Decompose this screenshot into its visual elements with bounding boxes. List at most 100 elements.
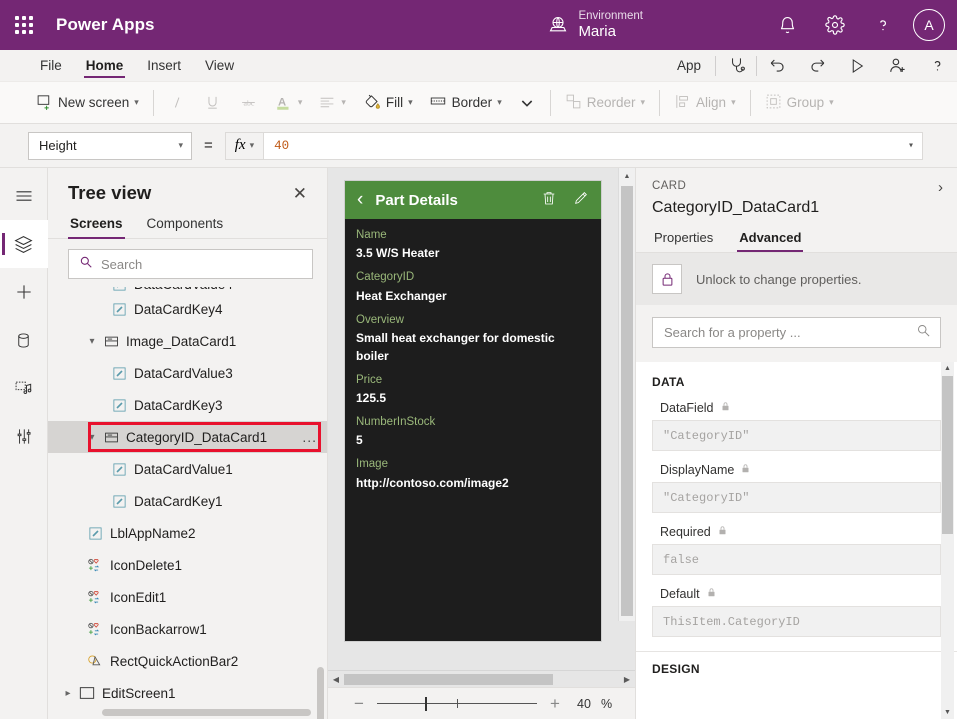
tree-node-iconedit1[interactable]: IconEdit1 (48, 581, 327, 613)
font-color-icon[interactable]: A ▾ (267, 88, 311, 118)
tree-node-lblappname2[interactable]: LblAppName2 (48, 517, 327, 549)
share-person-icon[interactable] (877, 50, 917, 82)
property-search-input[interactable]: Search for a property ... (652, 317, 941, 348)
scrollbar-thumb[interactable] (942, 376, 953, 534)
formula-input[interactable]: 40 ▾ (263, 132, 923, 160)
avatar[interactable]: A (913, 9, 945, 41)
app-checker-icon[interactable] (716, 50, 756, 82)
close-icon[interactable]: ✕ (289, 183, 311, 204)
chevron-right-icon[interactable]: › (938, 180, 943, 195)
play-preview-icon[interactable] (837, 50, 877, 82)
undo-icon[interactable] (757, 50, 797, 82)
zoom-slider-handle[interactable] (425, 697, 428, 711)
scroll-up-arrow-icon[interactable]: ▲ (619, 168, 635, 184)
underline-icon[interactable] (195, 88, 230, 118)
property-selector[interactable]: Height ▾ (28, 132, 192, 160)
question-icon[interactable] (859, 0, 907, 50)
new-screen-button[interactable]: New screen ▾ (28, 88, 147, 118)
environment-selector[interactable]: Environment Maria (548, 10, 643, 40)
unlock-banner[interactable]: Unlock to change properties. (636, 252, 957, 305)
ribbon-more-button[interactable] (510, 88, 544, 118)
advanced-tools-icon[interactable] (0, 412, 48, 460)
italic-icon[interactable] (160, 88, 195, 118)
screen-header-bar: ‹ Part Details (345, 181, 601, 219)
tree-node-datacardkey4[interactable]: DataCardKey4 (48, 293, 327, 325)
fill-button[interactable]: Fill ▾ (354, 88, 421, 118)
tab-advanced[interactable]: Advanced (737, 227, 803, 252)
bell-icon[interactable] (763, 0, 811, 50)
chevron-right-icon[interactable]: ▸ (60, 688, 76, 699)
strikethrough-icon[interactable]: abc (230, 88, 267, 118)
menu-item-file[interactable]: File (28, 50, 74, 81)
scrollbar-track[interactable] (344, 674, 619, 685)
reorder-button[interactable]: Reorder ▾ (557, 88, 653, 118)
canvas-horizontal-scrollbar[interactable]: ◀ ▶ (328, 670, 635, 687)
menu-item-home[interactable]: Home (74, 50, 136, 81)
tab-screens[interactable]: Screens (68, 212, 125, 238)
zoom-in-button[interactable]: + (547, 695, 563, 712)
tab-components[interactable]: Components (145, 212, 226, 238)
tree-node-categoryid-datacard1[interactable]: ▾ CategoryID_DataCard1 ... (48, 421, 327, 453)
new-screen-icon (36, 93, 53, 113)
scroll-left-arrow-icon[interactable]: ◀ (328, 675, 344, 684)
trash-icon[interactable] (541, 190, 557, 211)
tree-vertical-scrollbar[interactable] (317, 667, 324, 719)
tree-node-editscreen1[interactable]: ▸ EditScreen1 (48, 677, 327, 709)
canvas-vertical-scrollbar[interactable]: ▲ (618, 168, 635, 621)
scroll-up-arrow-icon[interactable]: ▲ (941, 362, 954, 375)
chevron-down-icon[interactable]: ▾ (84, 432, 100, 443)
property-value-input[interactable]: false (652, 544, 941, 575)
app-menu-label[interactable]: App (663, 58, 715, 73)
tree-node-icondelete1[interactable]: IconDelete1 (48, 549, 327, 581)
align-left-icon[interactable]: ▾ (310, 88, 354, 118)
fx-button[interactable]: fx ▾ (225, 132, 263, 160)
search-input[interactable]: Search (68, 249, 313, 279)
zoom-slider[interactable] (377, 697, 537, 711)
control-type-label: CARD (652, 180, 686, 192)
app-screen-preview[interactable]: ‹ Part Details (345, 181, 601, 641)
tree-node-image-datacard1[interactable]: ▾ Image_DataCard1 (48, 325, 327, 357)
insert-plus-icon[interactable] (0, 268, 48, 316)
scrollbar-thumb[interactable] (344, 674, 553, 685)
app-brand-title[interactable]: Power Apps (56, 15, 155, 35)
waffle-grid-icon[interactable] (0, 16, 48, 34)
field-value: Heat Exchanger (356, 287, 590, 305)
property-value-input[interactable]: "CategoryID" (652, 420, 941, 451)
scroll-right-arrow-icon[interactable]: ▶ (619, 675, 635, 684)
menu-item-insert[interactable]: Insert (135, 50, 193, 81)
tree-node-datacardkey3[interactable]: DataCardKey3 (48, 389, 327, 421)
property-value-input[interactable]: "CategoryID" (652, 482, 941, 513)
scrollbar-thumb[interactable] (621, 186, 633, 616)
menu-item-view[interactable]: View (193, 50, 246, 81)
tree-node-datacardkey1[interactable]: DataCardKey1 (48, 485, 327, 517)
tree-node-context-menu-icon[interactable]: ... (302, 429, 317, 445)
border-button[interactable]: Border ▾ (421, 88, 510, 118)
back-chevron-icon[interactable]: ‹ (357, 189, 363, 211)
tree-node-list[interactable]: DataCardValue4 DataCardKey4 ▾ Image_Data (48, 287, 327, 719)
canvas-surface[interactable]: ‹ Part Details (328, 168, 635, 670)
group-button[interactable]: Group ▾ (757, 88, 842, 118)
pencil-icon[interactable] (573, 190, 589, 211)
lock-icon[interactable] (652, 264, 682, 294)
tree-node-datacardvalue3[interactable]: DataCardValue3 (48, 357, 327, 389)
chevron-down-icon[interactable]: ▾ (908, 140, 914, 152)
tree-node-rectquickactionbar2[interactable]: RectQuickActionBar2 (48, 645, 327, 677)
data-cylinder-icon[interactable] (0, 316, 48, 364)
gear-icon[interactable] (811, 0, 859, 50)
property-value-input[interactable]: ThisItem.CategoryID (652, 606, 941, 637)
media-icon[interactable] (0, 364, 48, 412)
hamburger-menu-icon[interactable] (0, 172, 48, 220)
properties-vertical-scrollbar[interactable]: ▲ ▼ (941, 362, 954, 719)
tree-node-iconbackarrow1[interactable]: IconBackarrow1 (48, 613, 327, 645)
redo-icon[interactable] (797, 50, 837, 82)
properties-scroll-region[interactable]: DATA DataField "CategoryID" DisplayName (636, 362, 957, 719)
zoom-out-button[interactable]: − (351, 695, 367, 712)
tree-view-layers-icon[interactable] (0, 220, 48, 268)
tree-horizontal-scrollbar[interactable] (102, 709, 311, 716)
tree-node-datacardvalue1[interactable]: DataCardValue1 (48, 453, 327, 485)
align-button[interactable]: Align ▾ (666, 88, 744, 118)
scroll-down-arrow-icon[interactable]: ▼ (941, 706, 954, 719)
chevron-down-icon[interactable]: ▾ (84, 336, 100, 347)
tab-properties[interactable]: Properties (652, 227, 715, 252)
question-icon[interactable] (917, 50, 957, 82)
